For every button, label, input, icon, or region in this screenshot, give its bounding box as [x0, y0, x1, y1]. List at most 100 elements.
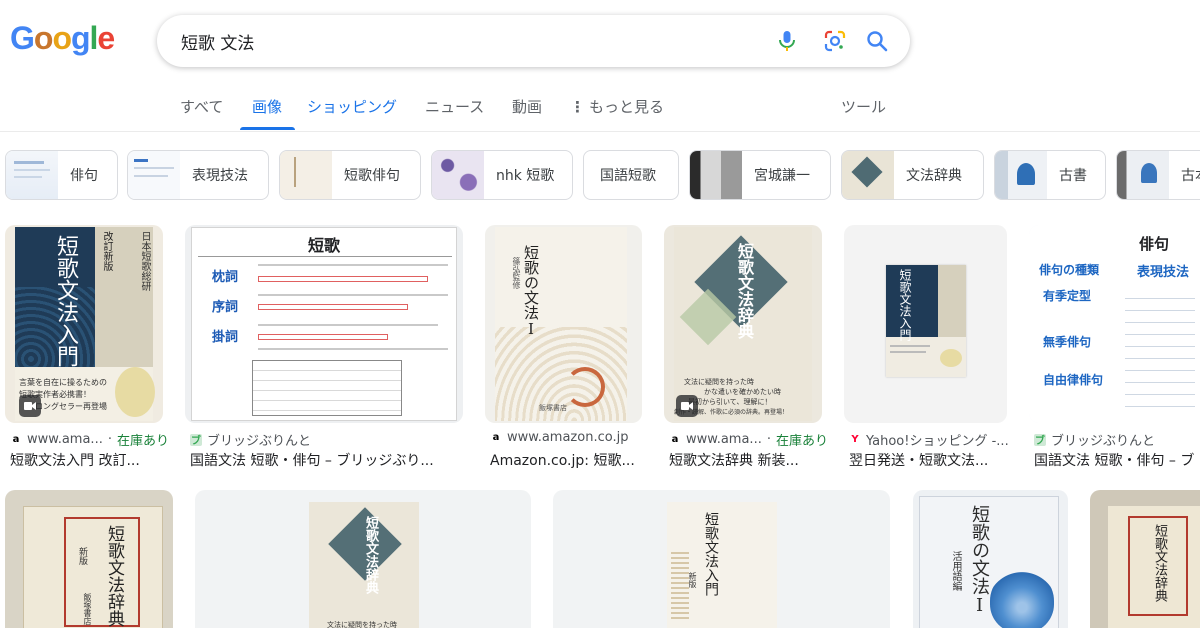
book-blurb: ロングセラー再登場: [35, 402, 107, 411]
chip-tanka-haiku[interactable]: 短歌俳句: [279, 150, 421, 200]
source-domain: www.amazon.co.jp: [507, 430, 629, 445]
tab-shopping[interactable]: ショッピング: [307, 96, 397, 117]
result-title[interactable]: 国語文法 短歌・俳句 – ブリッジぶり...: [190, 450, 460, 470]
search-icon[interactable]: [865, 29, 889, 53]
chip-expression[interactable]: 表現技法: [127, 150, 269, 200]
book-subtitle: 篠弘監修: [512, 257, 521, 289]
result-image[interactable]: 俳句 俳句の種類 表現技法 有季定型 無季俳句 自由律俳句: [1029, 225, 1200, 423]
book-cover: 短歌文法辞典 文法に疑問を持った時 かな遣いを確かめたい時 最初から引いて、理解…: [674, 227, 812, 421]
book-publisher: 飯塚書店: [83, 593, 92, 625]
chip-old-books[interactable]: 古書: [994, 150, 1106, 200]
book-caption: 文法に疑問を持った時: [684, 378, 754, 386]
result-image[interactable]: 短歌文法入門 改訂新版 日本短歌総研 言葉を自在に操るための 短歌実作者必携書！…: [5, 225, 163, 423]
tab-images[interactable]: 画像: [252, 96, 282, 117]
chip-label: 古書: [1059, 168, 1087, 184]
logo-letter-g: G: [10, 20, 35, 56]
result-image[interactable]: 短歌 枕詞 序詞 掛詞: [185, 225, 463, 423]
chip-used-books[interactable]: 古本: [1116, 150, 1200, 200]
chip-label: 表現技法: [192, 168, 248, 184]
logo-letter-l: l: [89, 20, 99, 56]
result-image[interactable]: 短歌の文法Ⅰ 活用語編: [913, 490, 1068, 628]
logo-letter-g2: g: [70, 20, 91, 56]
result-image[interactable]: 短歌文法入門: [844, 225, 1007, 423]
result-source[interactable]: ブ ブリッジぶりんと: [1034, 430, 1155, 449]
worksheet-subheading: 俳句の種類: [1039, 263, 1100, 277]
chip-kokugo-tanka[interactable]: 国語短歌: [583, 150, 679, 200]
chip-nhk-tanka[interactable]: nhk 短歌: [431, 150, 573, 200]
worksheet-term: 序詞: [212, 300, 239, 315]
logo-letter-e: e: [97, 20, 115, 56]
tab-more[interactable]: ⋮ もっと見る: [570, 96, 664, 117]
yahoo-shopping-favicon-icon: Y: [851, 434, 859, 445]
source-domain: www.ama...: [686, 432, 762, 447]
source-domain: ブリッジぶりんと: [207, 434, 312, 449]
worksheet-heading: 短歌: [307, 236, 340, 255]
video-badge-icon: [19, 395, 41, 417]
chip-label: 古本: [1181, 168, 1200, 184]
book-title: 短歌文法辞典: [363, 516, 378, 594]
result-image[interactable]: 短歌の文法Ⅰ 篠弘監修 飯塚書店: [485, 225, 642, 423]
result-title[interactable]: 国語文法 短歌・俳句 – ブ: [1034, 450, 1200, 470]
worksheet-item: 自由律俳句: [1043, 373, 1104, 387]
more-vert-icon: ⋮: [570, 98, 585, 116]
result-image[interactable]: 短歌文法辞典 文法に疑問を持った時: [195, 490, 531, 628]
book-subtitle: 活用語編: [950, 551, 961, 591]
tab-more-label: もっと見る: [589, 98, 665, 116]
result-source[interactable]: a www.ama... · 在庫あり: [10, 430, 169, 449]
chip-thumbnail: [6, 151, 58, 199]
bridge-print-favicon-icon: ブ: [1034, 433, 1046, 447]
book-title: 短歌文法辞典: [1152, 524, 1167, 602]
result-image[interactable]: 短歌文法辞典 文法に疑問を持った時 かな遣いを確かめたい時 最初から引いて、理解…: [664, 225, 822, 423]
chip-thumbnail: [690, 151, 742, 199]
chip-label: 文法辞典: [906, 168, 962, 184]
result-source[interactable]: a www.amazon.co.jp: [490, 430, 629, 445]
worksheet-term: 枕詞: [212, 270, 239, 285]
logo-letter-o1: o: [33, 20, 54, 56]
chip-miyagi[interactable]: 宮城謙一: [689, 150, 831, 200]
amazon-favicon-icon: a: [671, 434, 679, 445]
chip-label: 短歌俳句: [344, 168, 400, 184]
worksheet-item: 無季俳句: [1043, 335, 1092, 349]
search-box[interactable]: 短歌 文法: [157, 15, 910, 67]
result-title[interactable]: 短歌文法辞典 新装...: [669, 450, 829, 470]
book-blurb: 言葉を自在に操るための: [19, 378, 107, 387]
tab-news[interactable]: ニュース: [425, 96, 484, 117]
book-cover: 短歌文法辞典 文法に疑問を持った時: [309, 502, 419, 628]
tab-all[interactable]: すべて: [180, 96, 223, 117]
chip-thumbnail: [842, 151, 894, 199]
book-title: 短歌文法入門: [703, 512, 719, 596]
book-title: 短歌文法辞典: [735, 243, 754, 339]
lens-icon[interactable]: [823, 29, 847, 53]
tab-videos[interactable]: 動画: [512, 96, 542, 117]
book-cover: 短歌文法入門 改訂新版 日本短歌総研 言葉を自在に操るための 短歌実作者必携書！…: [15, 227, 155, 421]
book-cover: 短歌文法入門: [886, 265, 966, 377]
worksheet-item: 有季定型: [1043, 289, 1092, 303]
result-source[interactable]: Y Yahoo!ショッピング -...: [849, 430, 1009, 449]
tab-tools[interactable]: ツール: [841, 96, 886, 117]
result-image[interactable]: 短歌文法辞典: [1090, 490, 1200, 628]
result-title[interactable]: Amazon.co.jp: 短歌...: [490, 450, 640, 470]
book-publisher: 日本短歌総研: [139, 231, 150, 291]
chip-haiku[interactable]: 俳句: [5, 150, 118, 200]
chip-label: nhk 短歌: [496, 168, 555, 184]
search-input[interactable]: 短歌 文法: [181, 29, 254, 54]
chip-grammar-dictionary[interactable]: 文法辞典: [841, 150, 984, 200]
book-publisher: 飯塚書店: [539, 404, 567, 412]
worksheet-image: 短歌 枕詞 序詞 掛詞: [191, 227, 457, 421]
result-source[interactable]: ブ ブリッジぶりんと: [190, 430, 311, 449]
google-logo[interactable]: Google: [10, 20, 115, 57]
worksheet-subheading: 表現技法: [1137, 265, 1190, 280]
book-title: 短歌文法辞典: [104, 525, 124, 627]
result-title[interactable]: 短歌文法入門 改訂...: [10, 450, 170, 470]
worksheet-image: 俳句 俳句の種類 表現技法 有季定型 無季俳句 自由律俳句: [1029, 225, 1200, 423]
book-cover: 短歌文法辞典 新版 飯塚書店: [23, 506, 163, 628]
result-title[interactable]: 翌日発送・短歌文法...: [849, 450, 1009, 470]
result-image[interactable]: 短歌文法入門 新版: [553, 490, 890, 628]
result-source[interactable]: a www.ama... · 在庫あり: [669, 430, 828, 449]
source-domain: Yahoo!ショッピング -...: [866, 434, 1009, 449]
source-domain: ブリッジぶりんと: [1051, 434, 1156, 449]
microphone-icon[interactable]: [775, 29, 799, 53]
book-title: 短歌文法入門: [898, 269, 912, 341]
result-image[interactable]: 短歌文法辞典 新版 飯塚書店: [5, 490, 173, 628]
chip-thumbnail: [1117, 151, 1169, 199]
